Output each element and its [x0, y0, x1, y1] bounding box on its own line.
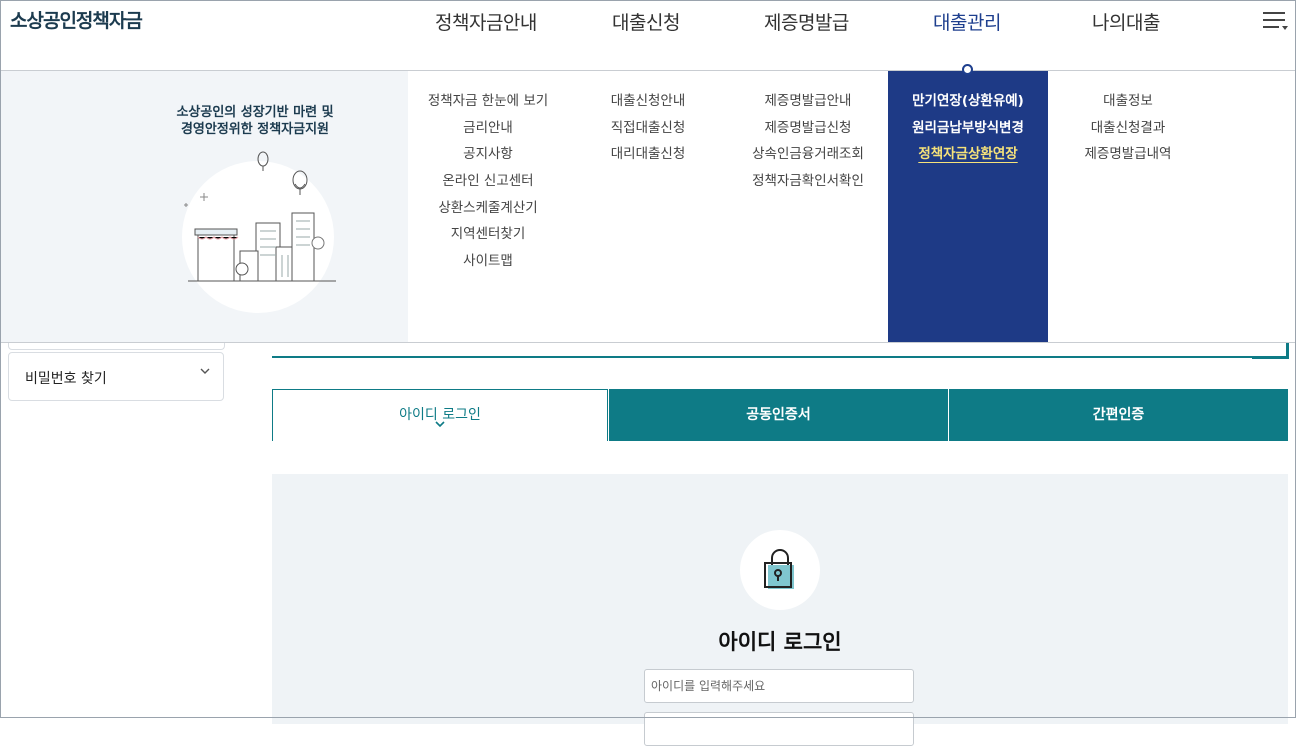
nav-my-loans[interactable]: 나의대출 [1092, 8, 1160, 35]
promo-slogan: 소상공인의 성장기반 마련 및 경영안정위한 정책자금지원 [160, 104, 350, 138]
menu-item-online-report[interactable]: 온라인 신고센터 [408, 171, 568, 198]
login-method-tabs: 아이디 로그인 공동인증서 간편인증 [272, 389, 1288, 441]
menu-item-repayment-calculator[interactable]: 상환스케줄계산기 [408, 198, 568, 225]
menu-column-loan-application: 대출신청안내 직접대출신청 대리대출신청 [568, 91, 728, 171]
menu-item-direct-loan[interactable]: 직접대출신청 [568, 118, 728, 145]
menu-item-application-result[interactable]: 대출신청결과 [1048, 118, 1208, 145]
menu-item-interest-rate[interactable]: 금리안내 [408, 118, 568, 145]
mega-menu: 소상공인의 성장기반 마련 및 경영안정위한 정책자금지원 정책자금 한눈에 보… [0, 71, 1296, 343]
menu-column-loan-management: 만기연장(상환유예) 원리금납부방식변경 정책자금상환연장 [888, 91, 1048, 171]
nav-certificate-issuance[interactable]: 제증명발급 [764, 8, 849, 35]
menu-item-agency-loan[interactable]: 대리대출신청 [568, 144, 728, 171]
lock-icon-badge [740, 530, 820, 610]
slogan-line-2: 경영안정위한 정책자금지원 [180, 122, 330, 137]
sidebar-item-find-password[interactable]: 비밀번호 찾기 [8, 352, 224, 401]
tab-joint-certificate[interactable]: 공동인증서 [609, 389, 948, 441]
chevron-down-icon [273, 416, 607, 436]
menu-item-maturity-extension[interactable]: 만기연장(상환유예) [888, 91, 1048, 118]
menu-column-policy-fund: 정책자금 한눈에 보기 금리안내 공지사항 온라인 신고센터 상환스케줄계산기 … [408, 91, 568, 278]
title-corner-decoration [1252, 342, 1289, 359]
sidebar-item-label: 비밀번호 찾기 [25, 371, 107, 387]
menu-item-certificate-request[interactable]: 제증명발급신청 [728, 118, 888, 145]
title-divider [272, 356, 1288, 358]
menu-item-sitemap[interactable]: 사이트맵 [408, 251, 568, 278]
hamburger-icon[interactable] [1263, 12, 1288, 30]
menu-item-certificate-history[interactable]: 제증명발급내역 [1048, 144, 1208, 171]
login-panel: 아이디 로그인 [272, 474, 1288, 746]
menu-item-repayment-extension[interactable]: 정책자금상환연장 [888, 144, 1048, 171]
id-input[interactable] [644, 669, 914, 703]
login-title: 아이디 로그인 [718, 630, 842, 654]
password-input[interactable] [644, 712, 914, 746]
menu-item-find-center[interactable]: 지역센터찾기 [408, 224, 568, 251]
menu-item-payment-method-change[interactable]: 원리금납부방식변경 [888, 118, 1048, 145]
mega-menu-promo: 소상공인의 성장기반 마련 및 경영안정위한 정책자금지원 [0, 71, 408, 342]
active-nav-indicator [962, 64, 973, 75]
city-illustration-icon [182, 151, 336, 313]
menu-item-heir-inquiry[interactable]: 상속인금융거래조회 [728, 144, 888, 171]
lock-icon [764, 549, 794, 589]
nav-policy-fund-info[interactable]: 정책자금안내 [435, 8, 537, 35]
chevron-down-icon [199, 365, 211, 381]
tab-simple-auth[interactable]: 간편인증 [949, 389, 1288, 441]
menu-item-loan-guide[interactable]: 대출신청안내 [568, 91, 728, 118]
site-header: 소상공인정책자금 정책자금안내 대출신청 제증명발급 대출관리 나의대출 [0, 0, 1296, 71]
menu-item-fund-confirmation[interactable]: 정책자금확인서확인 [728, 171, 888, 198]
menu-item-policy-overview[interactable]: 정책자금 한눈에 보기 [408, 91, 568, 118]
menu-column-my-loans: 대출정보 대출신청결과 제증명발급내역 [1048, 91, 1208, 171]
slogan-line-1: 소상공인의 성장기반 마련 및 [176, 105, 334, 120]
menu-item-certificate-guide[interactable]: 제증명발급안내 [728, 91, 888, 118]
tab-id-login[interactable]: 아이디 로그인 [272, 389, 608, 441]
nav-loan-application[interactable]: 대출신청 [612, 8, 680, 35]
site-logo[interactable]: 소상공인정책자금 [10, 6, 143, 33]
menu-item-notices[interactable]: 공지사항 [408, 144, 568, 171]
menu-column-certificates: 제증명발급안내 제증명발급신청 상속인금융거래조회 정책자금확인서확인 [728, 91, 888, 198]
nav-loan-management[interactable]: 대출관리 [933, 8, 1001, 35]
menu-item-loan-info[interactable]: 대출정보 [1048, 91, 1208, 118]
